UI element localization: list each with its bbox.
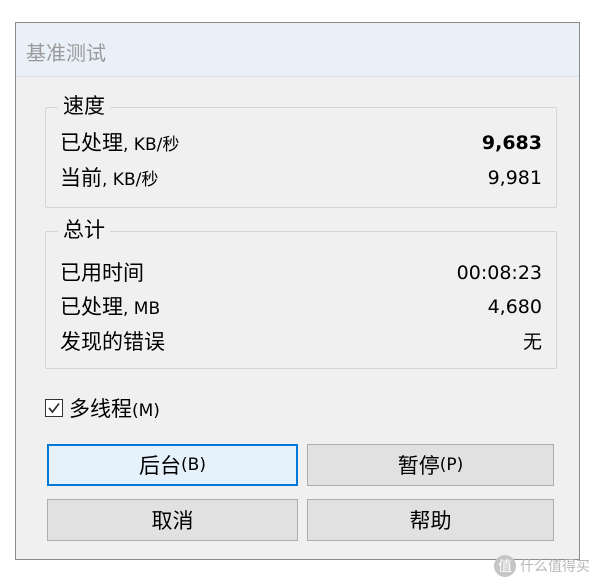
multithread-label: 多线程(M) [69, 397, 160, 421]
help-button[interactable]: 帮助 [307, 499, 554, 541]
errors-found-row: 发现的错误 无 [60, 327, 542, 357]
watermark-logo-icon: 值 [494, 555, 516, 577]
watermark-text: 什么值得买 [520, 559, 590, 575]
speed-processed-row: 已处理, KB/秒 9,683 [60, 128, 542, 158]
cancel-button[interactable]: 取消 [47, 499, 298, 541]
window-title: 基准测试 [26, 41, 106, 65]
total-processed-row: 已处理, MB 4,680 [60, 292, 542, 322]
watermark: 值 什么值得买 [494, 555, 590, 577]
multithread-checkbox-wrap[interactable]: 多线程(M) [45, 393, 160, 423]
multithread-checkbox[interactable] [45, 399, 63, 417]
speed-current-value: 9,981 [487, 167, 542, 189]
total-processed-label: 已处理, MB [60, 295, 161, 319]
total-group-title: 总计 [58, 216, 110, 244]
speed-group-title: 速度 [58, 92, 110, 120]
pause-button[interactable]: 暂停 (P) [307, 444, 554, 486]
speed-processed-value: 9,683 [481, 132, 542, 154]
total-processed-value: 4,680 [487, 296, 542, 318]
total-group: 总计 已用时间 00:08:23 已处理, MB 4,680 发现的错误 无 [45, 216, 557, 369]
title-bar[interactable]: 基准测试 [16, 23, 579, 77]
speed-processed-label: 已处理, KB/秒 [60, 131, 180, 155]
errors-found-value: 无 [522, 331, 542, 353]
benchmark-dialog: 基准测试 速度 已处理, KB/秒 9,683 当前, KB/秒 9,981 总… [15, 22, 580, 560]
speed-current-row: 当前, KB/秒 9,981 [60, 163, 542, 193]
checkmark-icon [48, 402, 60, 414]
errors-found-label: 发现的错误 [60, 330, 165, 354]
elapsed-time-label: 已用时间 [60, 261, 144, 285]
background-button[interactable]: 后台 (B) [47, 444, 298, 486]
elapsed-time-row: 已用时间 00:08:23 [60, 258, 542, 288]
speed-current-label: 当前, KB/秒 [60, 166, 159, 190]
elapsed-time-value: 00:08:23 [456, 262, 542, 284]
speed-group: 速度 已处理, KB/秒 9,683 当前, KB/秒 9,981 [45, 92, 557, 208]
